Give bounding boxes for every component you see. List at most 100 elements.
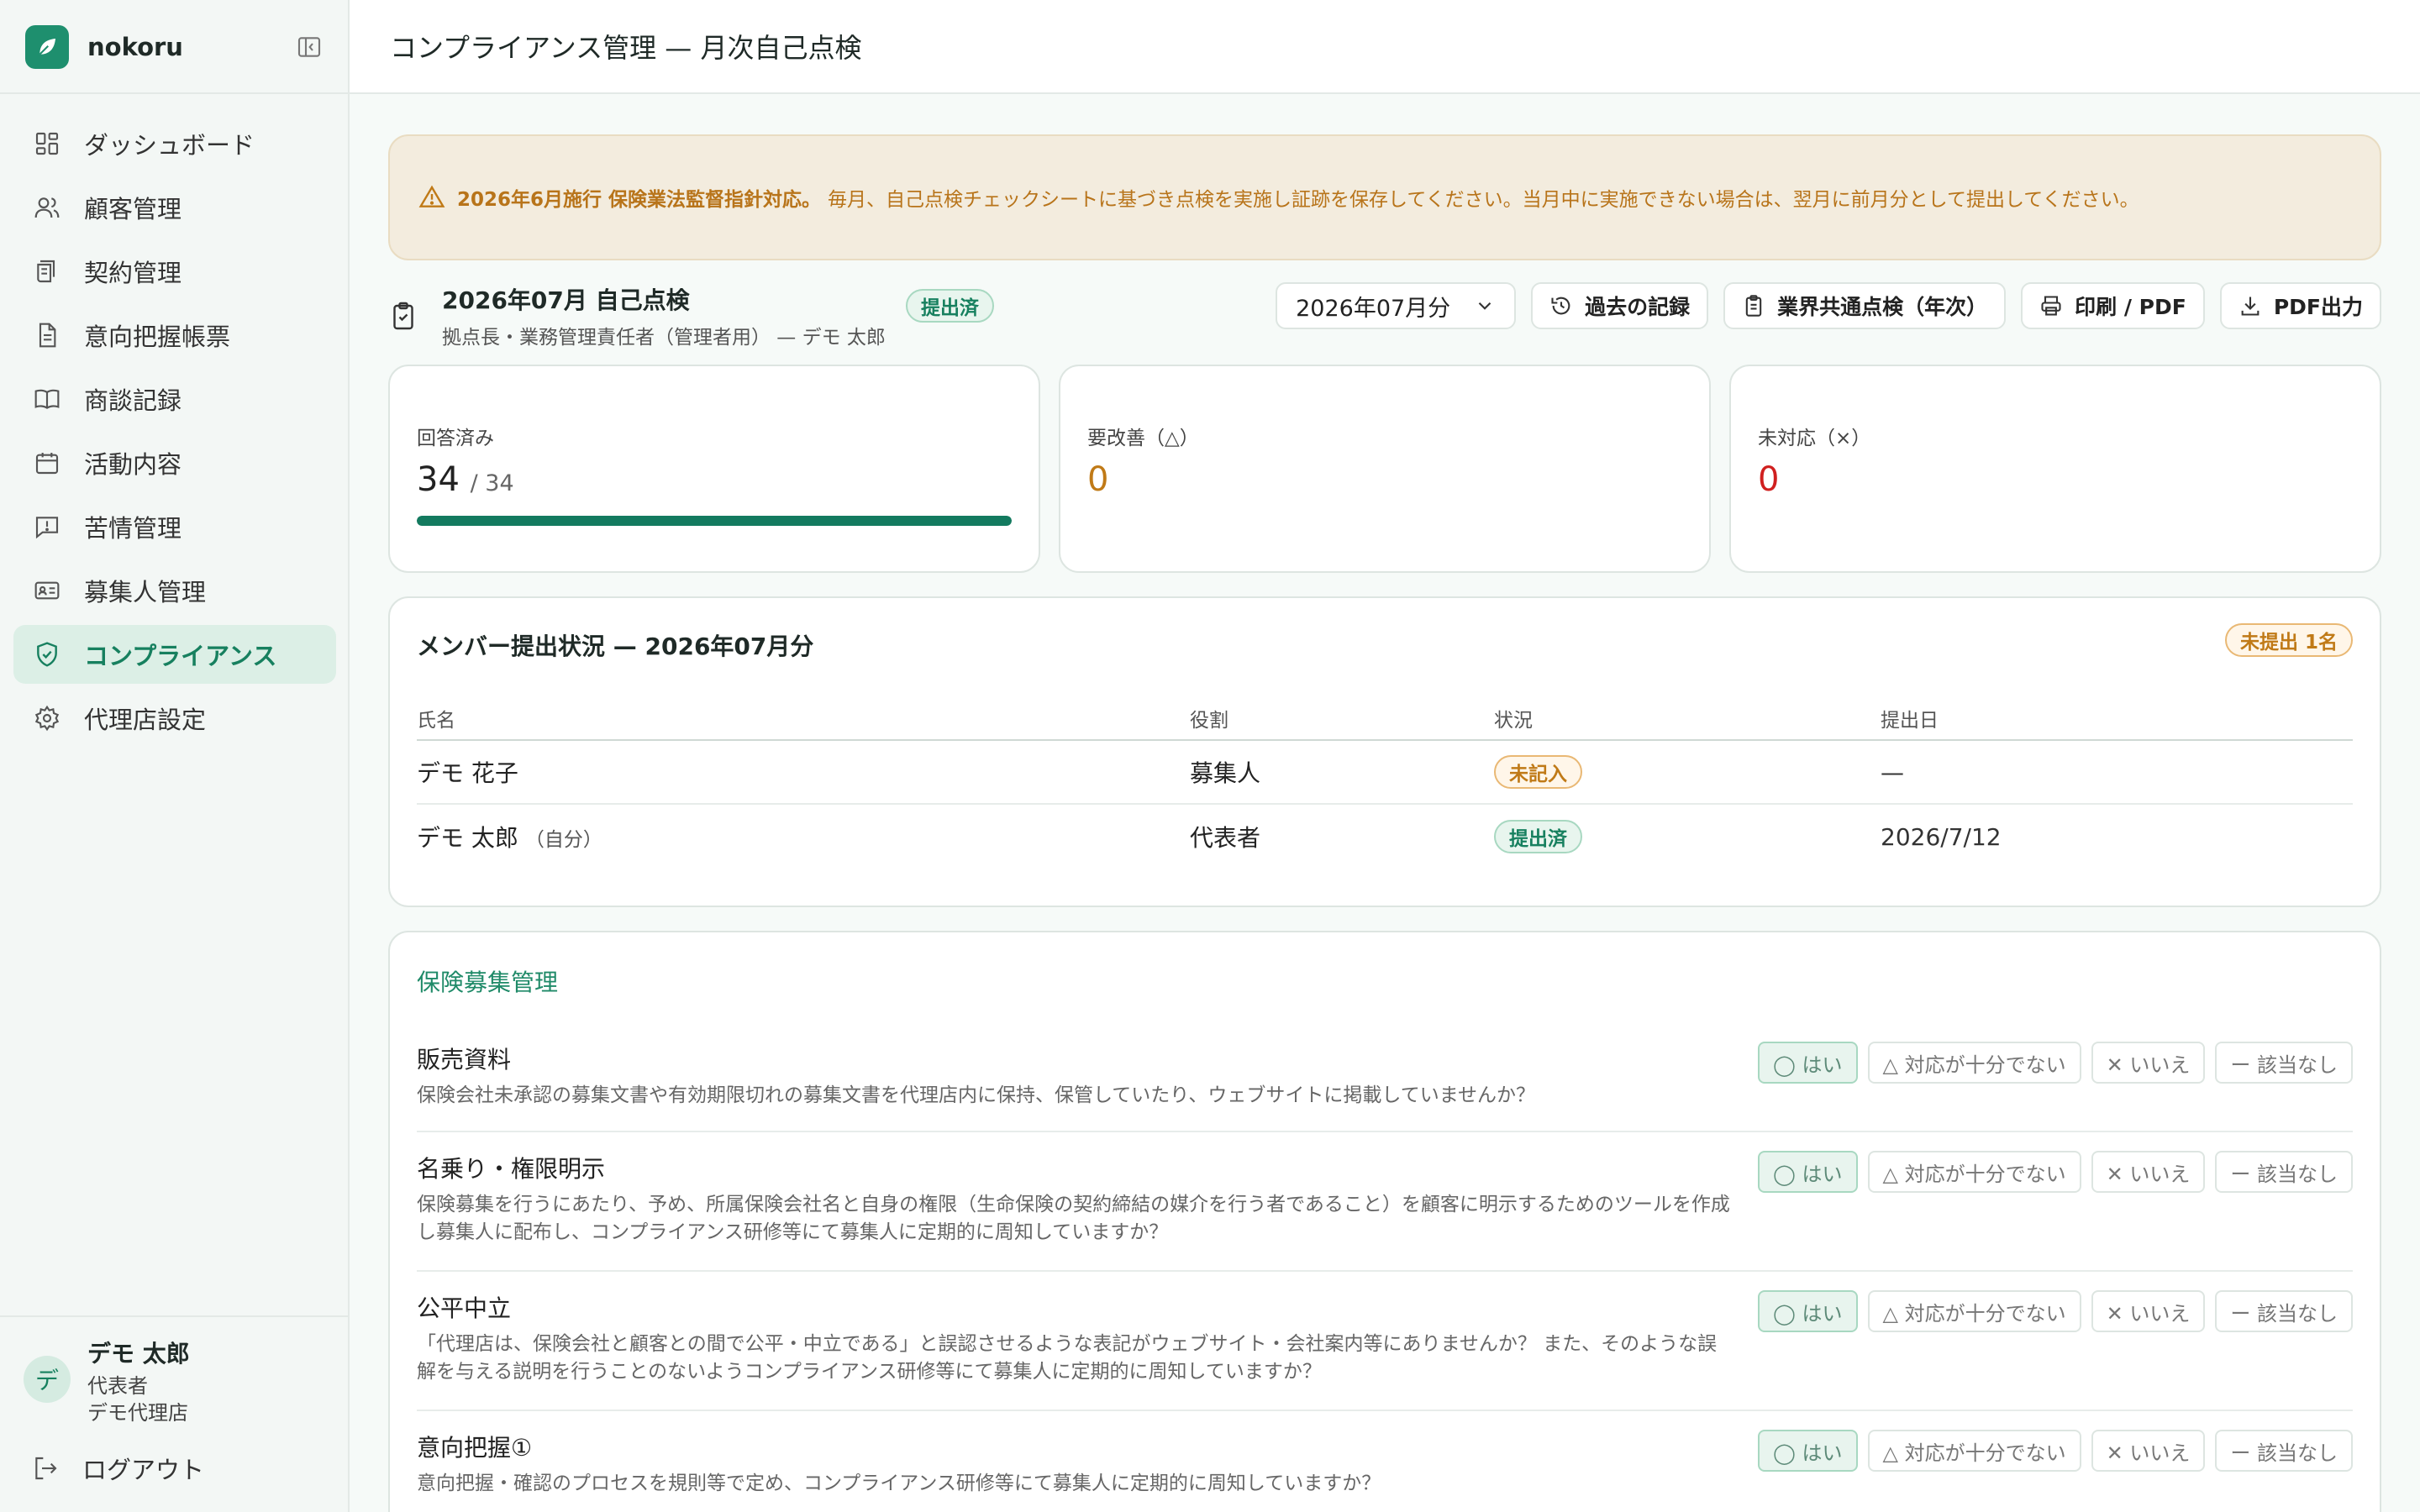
- no-option-button[interactable]: ✕ いいえ: [2091, 1290, 2206, 1332]
- inspection-title: 2026年07月 自己点検: [442, 286, 690, 314]
- dashboard-icon: [35, 132, 59, 155]
- sidebar-item-intent-forms[interactable]: 意向把握帳票: [13, 306, 336, 365]
- stat-value: 34 / 34: [417, 460, 1012, 499]
- gear-icon: [34, 705, 60, 732]
- stat-needs-improvement: 要改善（△） 0: [1059, 365, 1711, 573]
- user-profile[interactable]: デ デモ 太郎 代表者 デモ代理店: [24, 1336, 334, 1428]
- member-table: 氏名 役割 状況 提出日 デモ 花子 募集人 未記入 — デモ 太郎 （自分） 代…: [417, 697, 2353, 869]
- table-row[interactable]: デモ 花子 募集人 未記入 —: [417, 741, 2353, 805]
- not-applicable-option-button[interactable]: ー 該当なし: [2215, 1290, 2353, 1332]
- inspection-toolbar: 2026年07月 自己点検 拠点長・業務管理責任者（管理者用） — デモ 太郎 …: [388, 272, 2381, 365]
- sidebar-item-recruiters[interactable]: 募集人管理: [13, 561, 336, 620]
- self-marker: （自分）: [524, 829, 602, 851]
- answered-total: / 34: [470, 470, 514, 496]
- member-name: デモ 太郎: [417, 824, 518, 852]
- checklist-card: 保険募集管理 販売資料 保険会社未承認の募集文書や有効期限切れの募集文書を代理店内…: [388, 931, 2381, 1512]
- no-option-button[interactable]: ✕ いいえ: [2091, 1042, 2206, 1084]
- stat-value: 0: [1758, 460, 1780, 499]
- stat-unhandled: 未対応（×） 0: [1729, 365, 2381, 573]
- insufficient-option-button[interactable]: △ 対応が十分でない: [1867, 1290, 2081, 1332]
- page-header: コンプライアンス管理 — 月次自己点検: [350, 0, 2420, 94]
- stat-label: 要改善（△）: [1087, 428, 1199, 449]
- history-button[interactable]: 過去の記録: [1531, 282, 1709, 329]
- checklist-item: 販売資料 保険会社未承認の募集文書や有効期限切れの募集文書を代理店内に保持、保管し…: [417, 1042, 2353, 1132]
- not-applicable-option-button[interactable]: ー 該当なし: [2215, 1042, 2353, 1084]
- printer-icon: [2041, 296, 2061, 316]
- unsubmitted-badge: 未提出 1名: [2224, 623, 2353, 657]
- insufficient-option-button[interactable]: △ 対応が十分でない: [1867, 1042, 2081, 1084]
- table-row[interactable]: デモ 太郎 （自分） 代表者 提出済 2026/7/12: [417, 805, 2353, 869]
- print-button[interactable]: 印刷 / PDF: [2021, 282, 2205, 329]
- user-name: デモ 太郎: [87, 1340, 190, 1368]
- sidebar-divider: [0, 92, 350, 94]
- users-icon: [34, 197, 60, 218]
- checklist-item-description: 意向把握・確認のプロセスを規則等で定め、コンプライアンス研修等にて募集人に定期的…: [417, 1473, 1381, 1494]
- answer-options: ◯ はい △ 対応が十分でない ✕ いいえー 該当なし: [1758, 1042, 2353, 1084]
- sidebar-item-customers[interactable]: 顧客管理: [13, 178, 336, 237]
- sidebar-item-activities[interactable]: 活動内容: [13, 433, 336, 492]
- status-badge: 提出済: [1494, 820, 1582, 853]
- sidebar-item-label: 契約管理: [84, 259, 182, 287]
- yes-option-button[interactable]: ◯ はい: [1758, 1042, 1858, 1084]
- print-button-label: 印刷 / PDF: [2075, 295, 2186, 319]
- member-name: デモ 花子: [417, 759, 518, 787]
- sidebar-collapse-icon[interactable]: [296, 34, 323, 60]
- shield-icon: [37, 642, 57, 667]
- stat-answered: 回答済み 34 / 34: [388, 365, 1040, 573]
- answer-options: ◯ はい △ 対応が十分でない ✕ いいえー 該当なし: [1758, 1290, 2353, 1332]
- insufficient-option-button[interactable]: △ 対応が十分でない: [1867, 1151, 2081, 1193]
- checklist-items: 販売資料 保険会社未承認の募集文書や有効期限切れの募集文書を代理店内に保持、保管し…: [417, 1042, 2353, 1512]
- answer-options: ◯ はい △ 対応が十分でない ✕ いいえー 該当なし: [1758, 1151, 2353, 1193]
- answered-count: 34: [417, 460, 460, 499]
- sidebar-item-label: 代理店設定: [84, 706, 207, 734]
- yes-option-button[interactable]: ◯ はい: [1758, 1430, 1858, 1472]
- sidebar-item-compliance[interactable]: コンプライアンス: [13, 625, 336, 684]
- pdf-export-button[interactable]: PDF出力: [2219, 282, 2381, 329]
- checklist-item: 意向把握① 意向把握・確認のプロセスを規則等で定め、コンプライアンス研修等にて募集…: [417, 1411, 2353, 1512]
- no-option-button[interactable]: ✕ いいえ: [2091, 1151, 2206, 1193]
- column-header: 氏名: [417, 710, 455, 732]
- sidebar-item-contracts[interactable]: 契約管理: [13, 242, 336, 301]
- not-applicable-option-button[interactable]: ー 該当なし: [2215, 1430, 2353, 1472]
- sidebar-item-agency-settings[interactable]: 代理店設定: [13, 689, 336, 748]
- book-icon: [34, 389, 60, 409]
- sidebar-item-dashboard[interactable]: ダッシュボード: [13, 114, 336, 173]
- not-applicable-option-button[interactable]: ー 該当なし: [2215, 1151, 2353, 1193]
- yes-option-button[interactable]: ◯ はい: [1758, 1151, 1858, 1193]
- industry-inspection-button[interactable]: 業界共通点検（年次）: [1723, 282, 2007, 329]
- member-role: 募集人: [1190, 759, 1261, 787]
- logout-button[interactable]: ログアウト: [32, 1450, 204, 1487]
- checklist-item: 名乗り・権限明示 保険募集を行うにあたり、予め、所属保険会社名と自身の権限（生命保…: [417, 1132, 2353, 1272]
- members-title: メンバー提出状況 — 2026年07月分: [417, 633, 814, 660]
- checklist-item: 公平中立 「代理店は、保険会社と顧客との間で公平・中立である」と誤認させるような表…: [417, 1272, 2353, 1411]
- sidebar-item-complaints[interactable]: 苦情管理: [13, 497, 336, 556]
- alert-strong-text: 2026年6月施行 保険業法監督指針対応。: [457, 189, 822, 211]
- logout-icon: [35, 1457, 57, 1480]
- no-option-button[interactable]: ✕ いいえ: [2091, 1430, 2206, 1472]
- sidebar: nokoru ダッシュボード 顧客管理 契約管理 意向把握帳票 商談記録 活動内…: [0, 0, 350, 1512]
- sidebar-item-label: コンプライアンス: [84, 642, 277, 670]
- member-submission-card: メンバー提出状況 — 2026年07月分 未提出 1名 氏名 役割 状況 提出日…: [388, 596, 2381, 907]
- sidebar-item-meeting-records[interactable]: 商談記録: [13, 370, 336, 428]
- pdf-export-label: PDF出力: [2273, 295, 2363, 319]
- status-badge: 提出済: [905, 289, 994, 323]
- clipboard-icon: [1745, 295, 1762, 317]
- stat-value: 0: [1087, 460, 1109, 499]
- sidebar-divider: [0, 1315, 350, 1317]
- calendar-icon: [35, 453, 59, 475]
- user-role: 代表者: [87, 1374, 148, 1398]
- stat-label: 未対応（×）: [1758, 428, 1871, 449]
- history-button-label: 過去の記録: [1585, 295, 1691, 319]
- insufficient-option-button[interactable]: △ 対応が十分でない: [1867, 1430, 2081, 1472]
- alert-text: 毎月、自己点検チェックシートに基づき点検を実施し証跡を保存してください。当月中に…: [828, 189, 2139, 211]
- avatar: デ: [24, 1356, 71, 1403]
- checklist-item-description: 保険会社未承認の募集文書や有効期限切れの募集文書を代理店内に保持、保管していたり…: [417, 1084, 1536, 1106]
- brand[interactable]: nokoru: [25, 25, 183, 69]
- download-icon: [2241, 297, 2260, 316]
- yes-option-button[interactable]: ◯ はい: [1758, 1290, 1858, 1332]
- app-name: nokoru: [87, 33, 183, 61]
- industry-inspection-label: 業界共通点検（年次）: [1777, 295, 1988, 319]
- regulation-alert: 2026年6月施行 保険業法監督指針対応。 毎月、自己点検チェックシートに基づき…: [388, 134, 2381, 260]
- month-select[interactable]: 2026年07月分: [1276, 282, 1517, 329]
- checklist-section-heading: 保険募集管理: [417, 969, 559, 996]
